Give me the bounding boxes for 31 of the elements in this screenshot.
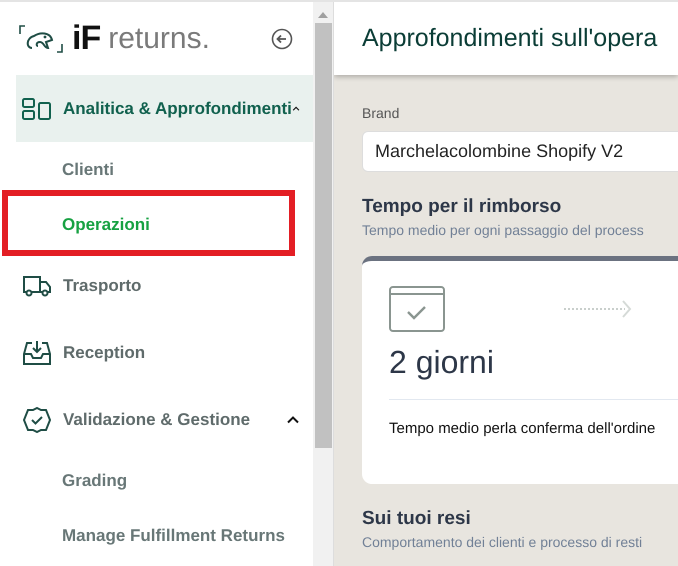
chameleon-logo-icon xyxy=(18,24,64,54)
sidebar-item[interactable]: Validazione & Gestione xyxy=(16,386,313,453)
inbox-download-icon xyxy=(22,340,52,366)
sidebar-item[interactable]: Analitica & Approfondimenti xyxy=(16,75,313,142)
metric-value: 2 giorni xyxy=(389,344,495,381)
truck-icon xyxy=(22,274,52,298)
page-title: Approfondimenti sull'opera xyxy=(362,24,658,53)
sidebar-subitem[interactable]: Operazioni xyxy=(62,214,150,234)
scroll-thumb[interactable] xyxy=(314,23,332,448)
sidebar-subitem[interactable]: Clienti xyxy=(62,160,114,180)
layout-icon xyxy=(22,98,52,120)
logo-wordmark: returns. xyxy=(108,22,210,56)
browser-check-icon xyxy=(389,286,445,332)
chevron-icon[interactable] xyxy=(286,415,300,424)
dotted-arrow-icon xyxy=(563,298,633,320)
brand-select[interactable]: Marchelacolombine Shopify V2 xyxy=(362,131,678,172)
section-title: Tempo per il rimborso xyxy=(362,196,562,218)
collapse-icon[interactable] xyxy=(271,28,293,50)
section-title: Sui tuoi resi xyxy=(362,508,472,530)
chevron-icon[interactable] xyxy=(292,104,300,113)
section-subtitle: Comportamento dei clienti e processo di resti xyxy=(362,534,644,550)
sidebar-item[interactable]: Trasporto xyxy=(16,252,313,319)
check-badge-icon xyxy=(22,406,52,434)
metric-description: Tempo medio perla conferma dell'ordine xyxy=(389,420,656,437)
field-label: Brand xyxy=(362,105,400,121)
sidebar-item[interactable]: Reception xyxy=(16,319,313,386)
scrollbar[interactable] xyxy=(313,2,334,566)
sidebar-subitem[interactable]: Manage Fulfillment Returns xyxy=(62,526,285,546)
logo-mark: iF xyxy=(72,19,100,58)
sidebar-subitem[interactable]: Grading xyxy=(62,470,128,490)
section-subtitle: Tempo medio per ogni passaggio del process xyxy=(362,222,645,238)
